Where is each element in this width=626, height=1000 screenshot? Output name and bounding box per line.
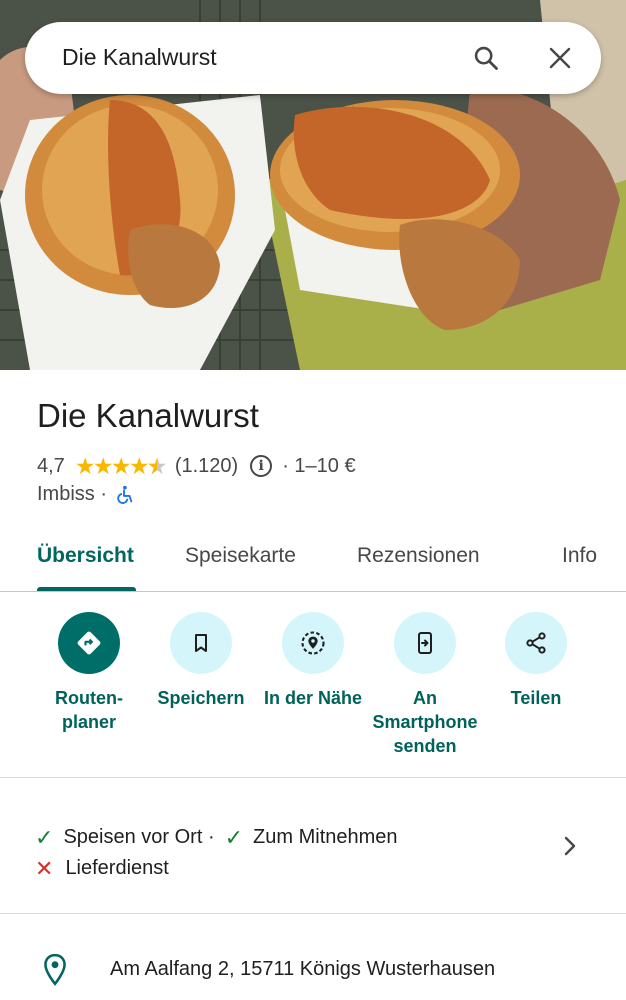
star-icon: ★	[110, 452, 132, 479]
nearby-icon	[301, 631, 325, 655]
tab-menu[interactable]: Speisekarte	[185, 544, 296, 568]
wheelchair-accessible-icon	[117, 485, 133, 504]
tab-bar: Übersicht Speisekarte Rezensionen Info	[0, 530, 626, 592]
dine-in-label: Speisen vor Ort ·	[63, 826, 215, 848]
divider	[0, 777, 626, 778]
place-title: Die Kanalwurst	[37, 397, 259, 434]
category-row: Imbiss ·	[37, 483, 135, 506]
delivery-label: Lieferdienst	[65, 857, 169, 879]
search-input[interactable]: Die Kanalwurst	[62, 44, 217, 71]
star-icon: ★	[74, 452, 96, 479]
send-to-phone-button-circle[interactable]	[394, 612, 456, 674]
save-button[interactable]: Speichern	[141, 612, 261, 710]
cross-icon: ✕	[35, 856, 54, 881]
star-icon: ★	[92, 452, 114, 479]
directions-button[interactable]: Routen- planer	[29, 612, 149, 734]
address[interactable]: Am Aalfang 2, 15711 Königs Wusterhausen	[110, 958, 495, 981]
star-rating: ★ ★ ★ ★ ★	[74, 452, 168, 479]
star-icon: ★	[128, 452, 150, 479]
save-label: Speichern	[157, 688, 245, 708]
check-icon: ✓	[224, 825, 244, 850]
directions-label-line1: Routen-	[55, 688, 123, 708]
bookmark-icon	[195, 634, 207, 652]
half-star-icon: ★	[147, 454, 168, 478]
search-bar[interactable]: Die Kanalwurst	[25, 22, 601, 94]
send-to-phone-label-line3: senden	[393, 736, 457, 756]
info-icon[interactable]: i	[250, 455, 273, 477]
takeaway-label: Zum Mitnehmen	[253, 826, 398, 848]
check-icon: ✓	[35, 825, 54, 850]
directions-button-circle[interactable]	[58, 612, 120, 674]
send-to-phone-label-line2: Smartphone	[372, 712, 478, 732]
share-label: Teilen	[510, 688, 562, 708]
search-button[interactable]	[466, 38, 506, 78]
active-tab-indicator	[37, 587, 136, 591]
tab-reviews[interactable]: Rezensionen	[357, 544, 480, 568]
tab-overview[interactable]: Übersicht	[37, 544, 134, 568]
send-to-phone-icon	[418, 632, 432, 654]
price-range: · 1–10 €	[282, 454, 356, 477]
send-to-phone-button[interactable]: An Smartphone senden	[365, 612, 485, 758]
directions-label: Routen- planer	[55, 686, 123, 734]
rating-value: 4,7	[37, 454, 65, 477]
review-count[interactable]: (1.120)	[175, 455, 238, 478]
rating-row[interactable]: 4,7 ★ ★ ★ ★ ★ (1.120) i · 1–10 €	[37, 452, 356, 480]
category: Imbiss ·	[37, 483, 107, 505]
share-button-circle[interactable]	[505, 612, 567, 674]
send-to-phone-label: An Smartphone senden	[372, 686, 477, 758]
search-icon	[474, 46, 498, 70]
share-icon	[526, 632, 546, 654]
service-options[interactable]: ✓ Speisen vor Ort · ✓ Zum Mitnehmen ✕ Li…	[35, 822, 398, 884]
nearby-button[interactable]: In der Nähe	[253, 612, 373, 710]
divider	[0, 913, 626, 914]
action-buttons: Routen- planer Speichern In der Nähe An …	[0, 612, 626, 777]
nearby-button-circle[interactable]	[282, 612, 344, 674]
clear-button[interactable]	[540, 38, 580, 78]
nearby-label: In der Nähe	[263, 688, 363, 708]
chevron-right-icon[interactable]	[558, 832, 582, 860]
tab-info[interactable]: Info	[562, 544, 597, 568]
location-pin-icon	[44, 953, 66, 986]
directions-icon	[77, 631, 101, 655]
save-button-circle[interactable]	[170, 612, 232, 674]
directions-label-line2: planer	[61, 712, 116, 732]
share-button[interactable]: Teilen	[476, 612, 596, 710]
service-options-row: ✓ Speisen vor Ort · ✓ Zum Mitnehmen	[35, 822, 398, 853]
send-to-phone-label-line1: An	[412, 688, 437, 708]
service-options-row: ✕ Lieferdienst	[35, 853, 398, 884]
close-icon	[549, 47, 571, 69]
